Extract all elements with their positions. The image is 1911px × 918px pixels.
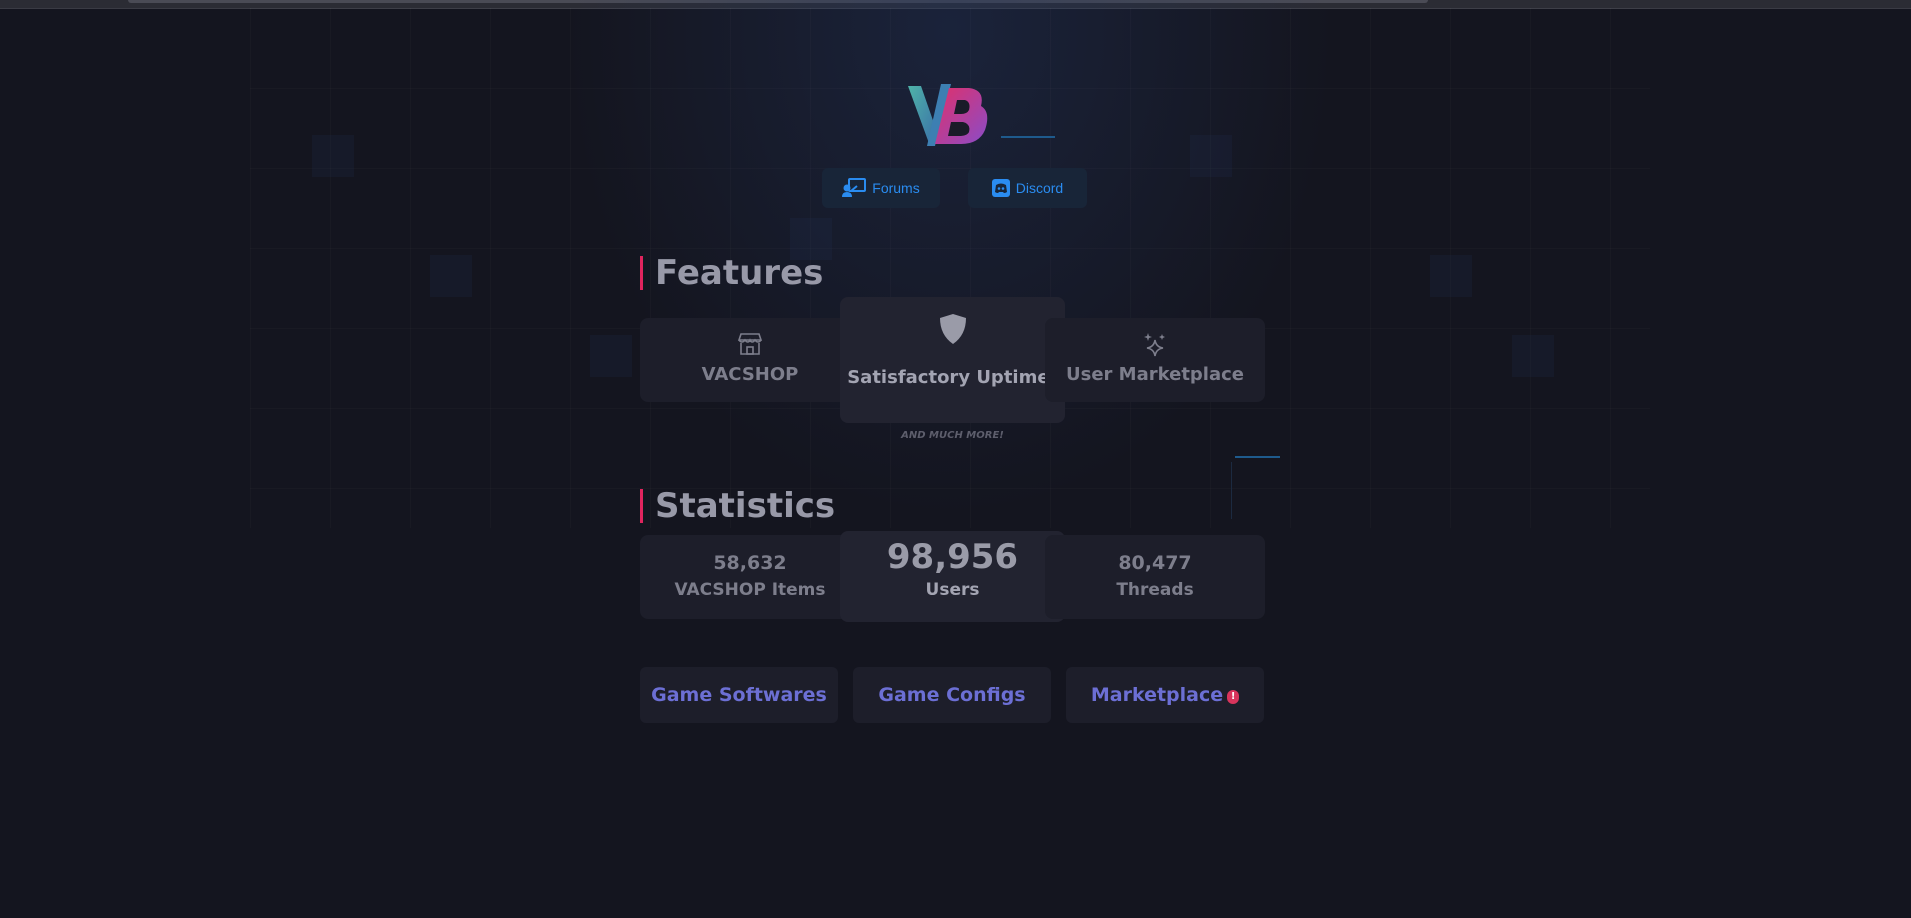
alert-badge: ! [1227, 690, 1240, 704]
stat-card-threads: 80,477 Threads [1045, 535, 1265, 619]
sparkles-icon [1143, 332, 1167, 362]
browser-top-bar [0, 0, 1911, 9]
site-logo[interactable] [905, 80, 1055, 152]
features-title: Features [640, 256, 823, 290]
forums-button[interactable]: Forums [822, 168, 940, 208]
stat-label: Users [925, 580, 980, 600]
game-configs-link[interactable]: Game Configs [853, 667, 1051, 723]
feature-card-uptime: Satisfactory Uptime! [840, 297, 1065, 423]
background-square [1430, 255, 1472, 297]
stat-label: VACSHOP Items [674, 580, 826, 600]
game-softwares-link[interactable]: Game Softwares [640, 667, 838, 723]
store-icon [737, 332, 763, 360]
statistics-title: Statistics [640, 489, 835, 523]
browser-top-bar-inner [128, 0, 1428, 3]
shield-icon [939, 313, 967, 349]
decorative-line [1235, 456, 1280, 458]
background-square [312, 135, 354, 177]
feature-card-marketplace: User Marketplace [1045, 318, 1265, 402]
link-label: Game Configs [878, 684, 1026, 706]
decorative-line [1231, 462, 1232, 519]
discord-label: Discord [1015, 180, 1064, 196]
feature-label: Satisfactory Uptime! [847, 367, 1058, 388]
link-label: Game Softwares [651, 684, 827, 706]
link-label: Marketplace [1090, 684, 1224, 706]
stat-value: 80,477 [1118, 552, 1192, 574]
forums-label: Forums [872, 180, 920, 196]
background-square [1190, 135, 1232, 177]
stat-label: Threads [1116, 580, 1194, 600]
feature-label: VACSHOP [701, 364, 799, 385]
discord-button[interactable]: Discord [968, 168, 1087, 208]
feature-card-vacshop: VACSHOP [640, 318, 860, 402]
background-square [430, 255, 472, 297]
stat-value: 58,632 [713, 552, 787, 574]
background-square [590, 335, 632, 377]
stat-card-items: 58,632 VACSHOP Items [640, 535, 860, 619]
forums-icon [842, 178, 867, 198]
discord-icon [991, 179, 1010, 197]
stat-value: 98,956 [886, 537, 1019, 577]
stat-card-users: 98,956 Users [840, 531, 1065, 622]
feature-label: User Marketplace [1066, 364, 1244, 385]
marketplace-link[interactable]: Marketplace ! [1066, 667, 1264, 723]
and-much-more-label: AND MUCH MORE! [901, 430, 1004, 441]
background-square [1512, 335, 1554, 377]
